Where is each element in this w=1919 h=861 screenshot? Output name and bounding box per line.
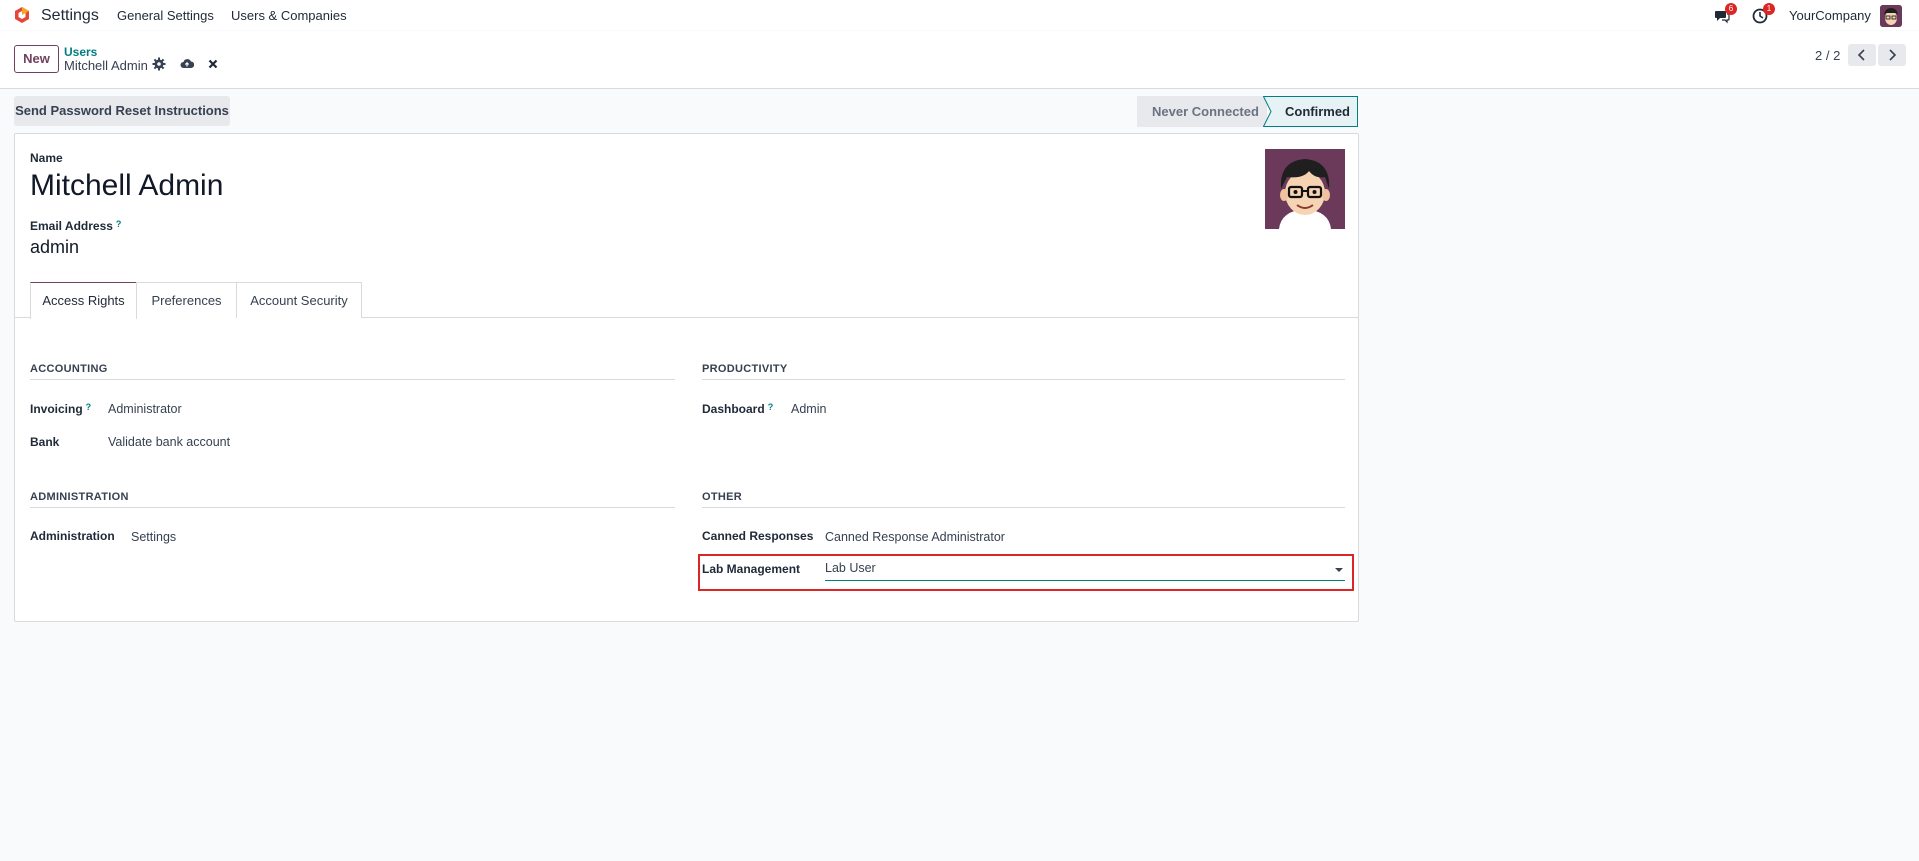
invoicing-label-text: Invoicing [30,402,83,416]
app-title[interactable]: Settings [41,7,99,25]
email-field[interactable]: admin [30,237,79,258]
send-password-reset-button[interactable]: Send Password Reset Instructions [14,96,230,126]
top-navbar: Settings General Settings Users & Compan… [0,0,1919,31]
form-tabs: Access Rights Preferences Account Securi… [15,282,1358,319]
section-accounting-title: ACCOUNTING [30,363,675,380]
administration-label: Administration [30,529,115,543]
name-field[interactable]: Mitchell Admin [30,169,223,203]
user-photo[interactable] [1265,149,1345,229]
form-sheet: Name Mitchell Admin Email Address? admin… [14,133,1359,622]
dashboard-label-text: Dashboard [702,402,765,416]
breadcrumb-users-link[interactable]: Users [64,45,97,59]
pager-value[interactable]: 2 / 2 [1815,48,1840,63]
tab-access-rights[interactable]: Access Rights [30,282,137,319]
dashboard-label: Dashboard? [702,402,773,416]
invoicing-value[interactable]: Administrator [108,402,182,416]
bank-value[interactable]: Validate bank account [108,435,230,449]
lab-management-value: Lab User [825,561,876,575]
messages-badge: 6 [1725,3,1737,15]
email-label-text: Email Address [30,219,113,233]
company-switcher[interactable]: YourCompany [1789,8,1871,23]
section-other-title: OTHER [702,491,1345,508]
pager-previous-button[interactable] [1848,44,1876,66]
email-label: Email Address? [30,219,121,233]
messages-icon[interactable]: 6 [1714,3,1737,24]
stage-never-connected[interactable]: Never Connected [1137,96,1267,127]
breadcrumb-current: Mitchell Admin [64,58,148,73]
new-button[interactable]: New [14,45,59,73]
invoicing-label: Invoicing? [30,402,91,416]
section-administration-title: ADMINISTRATION [30,491,675,508]
save-cloud-icon[interactable] [180,57,195,71]
status-bar: Never Connected Confirmed [1137,96,1359,127]
dashboard-value[interactable]: Admin [791,402,826,416]
canned-responses-value[interactable]: Canned Response Administrator [825,530,1005,544]
control-panel: New Users Mitchell Admin 2 / 2 [0,31,1919,89]
discard-close-icon[interactable] [206,57,220,71]
bank-label: Bank [30,435,60,449]
odoo-logo-icon[interactable] [14,7,30,23]
activity-clock-icon[interactable]: 1 [1752,3,1775,24]
email-help-tooltip[interactable]: ? [116,219,122,229]
user-avatar[interactable] [1880,5,1902,27]
menu-users-companies[interactable]: Users & Companies [231,8,347,23]
canned-responses-label: Canned Responses [702,529,814,543]
gear-icon[interactable] [152,57,166,71]
lab-management-label: Lab Management [702,562,801,576]
invoicing-help-tooltip[interactable]: ? [86,402,92,412]
pager-next-button[interactable] [1878,44,1906,66]
dashboard-help-tooltip[interactable]: ? [768,402,774,412]
tab-account-security[interactable]: Account Security [236,282,362,318]
menu-general-settings[interactable]: General Settings [117,8,214,23]
section-productivity-title: PRODUCTIVITY [702,363,1345,380]
lab-management-select[interactable]: Lab User [825,561,1345,581]
tab-preferences[interactable]: Preferences [136,282,237,318]
name-label: Name [30,151,63,165]
chevron-down-icon[interactable] [1335,568,1343,572]
stage-confirmed[interactable]: Confirmed [1265,96,1359,127]
activity-badge: 1 [1763,3,1775,15]
administration-value[interactable]: Settings [131,530,176,544]
